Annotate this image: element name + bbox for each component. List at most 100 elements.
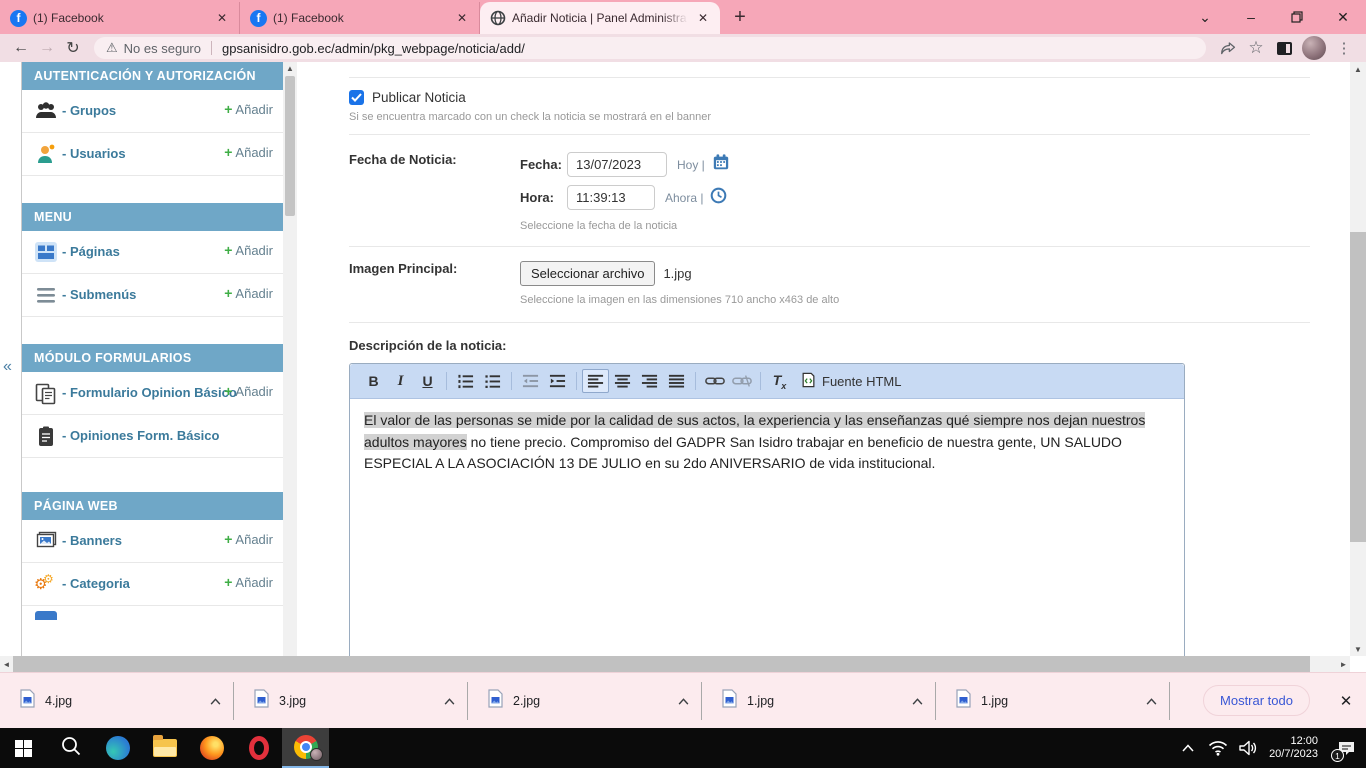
select-file-button[interactable]: Seleccionar archivo — [520, 261, 655, 286]
publish-label[interactable]: Publicar Noticia — [372, 90, 466, 105]
start-button[interactable] — [0, 728, 47, 768]
align-justify-button[interactable] — [663, 369, 690, 393]
scroll-left-icon[interactable]: ◄ — [0, 656, 13, 672]
profile-avatar[interactable] — [1302, 36, 1326, 60]
clock-icon[interactable] — [710, 187, 727, 209]
share-icon[interactable] — [1214, 35, 1242, 61]
add-grupos-link[interactable]: +Añadir — [224, 99, 273, 120]
add-usuarios-link[interactable]: +Añadir — [224, 142, 273, 163]
sidebar-item-label[interactable]: - Formulario Opinion Básico — [62, 385, 237, 400]
download-chevron-icon[interactable] — [678, 692, 689, 710]
source-html-button[interactable]: Fuente HTML — [793, 369, 909, 393]
sidebar-item-label[interactable]: - Banners — [62, 533, 122, 548]
tab-search-chevron-icon[interactable]: ⌄ — [1182, 0, 1228, 34]
security-label[interactable]: No es seguro — [124, 41, 201, 56]
taskbar-edge[interactable] — [94, 728, 141, 768]
tab-facebook-2[interactable]: f (1) Facebook ✕ — [240, 2, 480, 34]
add-formulario-link[interactable]: +Añadir — [224, 381, 273, 402]
scroll-up-icon[interactable]: ▲ — [1350, 62, 1366, 76]
bullet-list-button[interactable] — [479, 369, 506, 393]
download-chevron-icon[interactable] — [912, 692, 923, 710]
sidebar-item-submenus[interactable]: - Submenús +Añadir — [22, 274, 283, 317]
sidebar-item-usuarios[interactable]: - Páginas- Usuarios +Añadir — [22, 133, 283, 176]
editor-content[interactable]: El valor de las personas se mide por la … — [350, 399, 1184, 656]
download-item[interactable]: 3.jpg — [234, 673, 467, 729]
horizontal-scroll-thumb[interactable] — [13, 656, 1310, 672]
sidebar-item-label[interactable]: - Grupos — [62, 103, 116, 118]
sidebar-item-label[interactable]: - Opiniones Form. Básico — [62, 428, 219, 443]
sidebar-item-partial[interactable]: +Añadir — [22, 606, 283, 620]
notification-center[interactable]: 1 — [1326, 728, 1366, 768]
sidebar-item-label[interactable]: - Usuarios — [62, 146, 126, 161]
link-button[interactable] — [701, 369, 728, 393]
add-partial-link[interactable]: +Añadir — [224, 615, 273, 620]
sidebar-scrollbar[interactable]: ▲ — [283, 62, 297, 656]
sidebar-scroll-thumb[interactable] — [285, 76, 295, 216]
sidebar-item-label[interactable]: - Submenús — [62, 287, 136, 302]
tab-facebook-1[interactable]: f (1) Facebook ✕ — [0, 2, 240, 34]
restore-button[interactable] — [1274, 0, 1320, 34]
taskbar-opera[interactable] — [235, 728, 282, 768]
minimize-button[interactable]: – — [1228, 0, 1274, 34]
sidebar-item-categoria[interactable]: ⚙ ⚙ - Categoria +Añadir — [22, 563, 283, 606]
sidebar-item-label[interactable]: - Categoria — [62, 576, 130, 591]
tab-anadir-noticia[interactable]: Añadir Noticia | Panel Administra ✕ — [480, 2, 720, 34]
remove-format-button[interactable]: Tx — [766, 369, 793, 393]
back-button[interactable]: ← — [8, 35, 34, 61]
side-panel-icon[interactable] — [1270, 35, 1298, 61]
new-tab-button[interactable]: + — [726, 3, 754, 31]
scroll-right-icon[interactable]: ► — [1337, 656, 1350, 672]
reload-button[interactable]: ↻ — [60, 35, 86, 61]
taskbar-chrome-active[interactable] — [282, 728, 329, 768]
taskbar-search[interactable] — [47, 728, 94, 768]
sidebar-collapse-button[interactable]: « — [3, 358, 12, 376]
address-bar[interactable]: ⚠ No es seguro gpsanisidro.gob.ec/admin/… — [94, 37, 1206, 59]
calendar-icon[interactable] — [712, 153, 730, 176]
sidebar-item-banners[interactable]: - Banners +Añadir — [22, 520, 283, 563]
hoy-link[interactable]: Hoy | — [677, 158, 705, 172]
sidebar-item-grupos[interactable]: - Grupos +Añadir — [22, 90, 283, 133]
download-item[interactable]: 1.jpg — [702, 673, 935, 729]
add-banners-link[interactable]: +Añadir — [224, 529, 273, 550]
underline-button[interactable]: U — [414, 369, 441, 393]
close-window-button[interactable]: ✕ — [1320, 0, 1366, 34]
download-item[interactable]: 2.jpg — [468, 673, 701, 729]
close-tab-icon[interactable]: ✕ — [213, 9, 231, 27]
download-chevron-icon[interactable] — [444, 692, 455, 710]
page-horizontal-scrollbar[interactable]: ◄ ► — [0, 656, 1350, 672]
italic-button[interactable]: I — [387, 369, 414, 393]
align-left-button[interactable] — [582, 369, 609, 393]
taskbar-firefox[interactable] — [188, 728, 235, 768]
add-categoria-link[interactable]: +Añadir — [224, 572, 273, 593]
ordered-list-button[interactable] — [452, 369, 479, 393]
vertical-scroll-thumb[interactable] — [1350, 232, 1366, 542]
hora-input[interactable] — [567, 185, 655, 210]
fecha-input[interactable] — [567, 152, 667, 177]
indent-button[interactable] — [544, 369, 571, 393]
download-chevron-icon[interactable] — [1146, 692, 1157, 710]
download-item[interactable]: 4.jpg — [0, 673, 233, 729]
close-tab-icon[interactable]: ✕ — [694, 9, 712, 27]
volume-icon[interactable] — [1233, 728, 1263, 768]
sidebar-item-opiniones[interactable]: - Opiniones Form. Básico — [22, 415, 283, 458]
bold-button[interactable]: B — [360, 369, 387, 393]
bookmark-star-icon[interactable]: ☆ — [1242, 35, 1270, 61]
publish-checkbox[interactable] — [349, 90, 364, 105]
scroll-up-icon[interactable]: ▲ — [283, 62, 297, 74]
scroll-down-icon[interactable]: ▼ — [1350, 642, 1366, 656]
wifi-icon[interactable] — [1203, 728, 1233, 768]
menu-kebab-icon[interactable]: ⋮ — [1330, 35, 1358, 61]
page-vertical-scrollbar[interactable]: ▲ ▼ — [1350, 62, 1366, 656]
hidden-icons-chevron[interactable] — [1173, 728, 1203, 768]
sidebar-item-label[interactable]: - Páginas — [62, 244, 120, 259]
show-all-button[interactable]: Mostrar todo — [1203, 685, 1310, 716]
sidebar-item-formulario-opinion[interactable]: - Formulario Opinion Básico +Añadir — [22, 372, 283, 415]
taskbar-clock[interactable]: 12:00 20/7/2023 — [1269, 735, 1318, 761]
align-right-button[interactable] — [636, 369, 663, 393]
close-downloads-icon[interactable]: ✕ — [1326, 692, 1366, 710]
download-chevron-icon[interactable] — [210, 692, 221, 710]
add-paginas-link[interactable]: +Añadir — [224, 240, 273, 261]
close-tab-icon[interactable]: ✕ — [453, 9, 471, 27]
sidebar-item-paginas[interactable]: - Páginas +Añadir — [22, 231, 283, 274]
add-submenus-link[interactable]: +Añadir — [224, 283, 273, 304]
